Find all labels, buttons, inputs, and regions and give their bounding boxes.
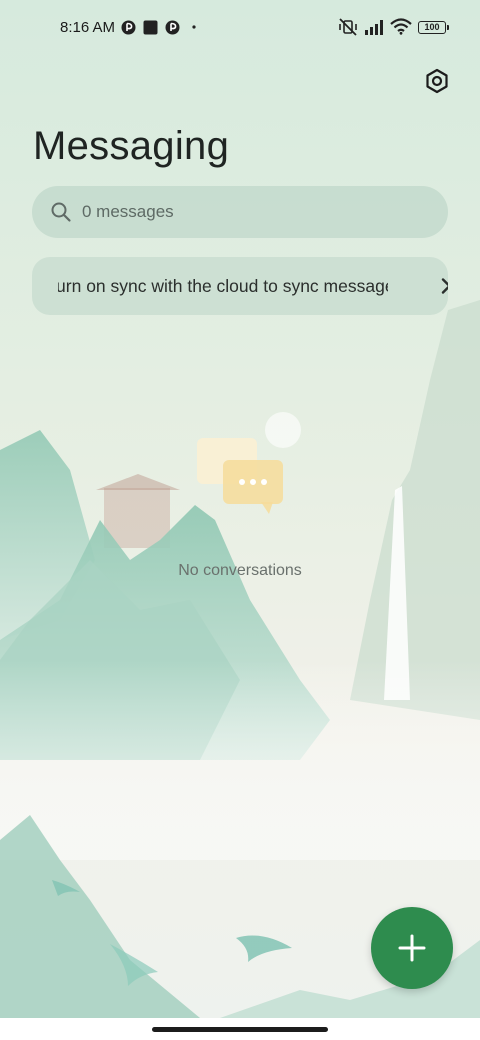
battery-icon: 100: [418, 21, 449, 34]
plus-icon: [398, 934, 426, 962]
search-input[interactable]: 0 messages: [82, 186, 174, 238]
settings-button[interactable]: [420, 64, 454, 98]
wifi-icon: [390, 18, 412, 35]
search-bar[interactable]: 0 messages: [32, 186, 448, 238]
chat-bubbles-icon: [197, 438, 283, 514]
stop-square-icon: [143, 20, 158, 35]
settings-icon: [426, 68, 448, 94]
page-title: Messaging: [33, 124, 230, 168]
dot-icon: [192, 25, 196, 29]
status-time: 8:16 AM: [60, 19, 116, 36]
new-conversation-button[interactable]: [371, 907, 453, 989]
status-bar: 8:16 AM 100: [0, 0, 480, 56]
signal-icon: [365, 20, 383, 35]
chevron-right-icon: [441, 278, 448, 294]
navigation-bar: [0, 1018, 480, 1040]
vibrate-off-icon: [339, 18, 357, 36]
search-icon: [51, 202, 71, 222]
notification-app-icon: [121, 20, 136, 35]
empty-state-text: No conversations: [178, 562, 302, 579]
notification-app-icon: [165, 20, 180, 35]
home-indicator[interactable]: [152, 1027, 328, 1032]
sync-banner-text: Turn on sync with the cloud to sync mess…: [58, 276, 388, 296]
sync-banner[interactable]: Turn on sync with the cloud to sync mess…: [32, 257, 448, 315]
